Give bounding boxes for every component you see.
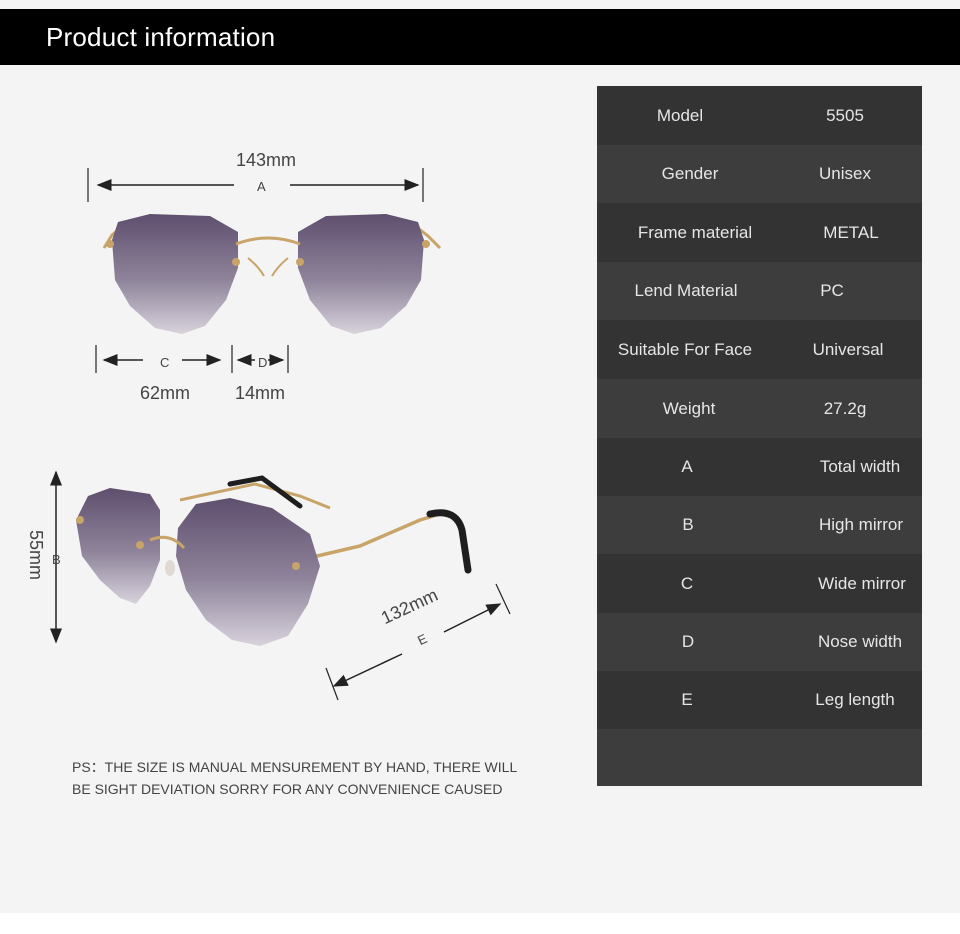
dimension-a-letter: A <box>257 179 266 194</box>
spec-label: Weight <box>662 398 716 418</box>
dimension-b-value: 55mm <box>26 530 46 581</box>
side-right-lens <box>176 498 320 646</box>
spec-value: High mirror <box>818 515 904 534</box>
bridge <box>235 236 301 246</box>
dimension-c-arrow <box>95 345 222 373</box>
spec-label: Gender <box>661 164 719 183</box>
dimension-b-letter: B <box>52 552 61 567</box>
spec-label: B <box>682 515 694 534</box>
spec-row-suitable-for-face: Suitable For Face Universal <box>597 320 922 379</box>
note-line-2: BE SIGHT DEVIATION SORRY FOR ANY CONVENI… <box>72 781 503 797</box>
dimension-a-arrow <box>87 168 424 202</box>
spec-row-gender: Gender Unisex <box>597 145 922 203</box>
spec-label: Suitable For Face <box>617 339 753 359</box>
spec-table: Model 5505 Gender Unisex Frame material … <box>597 86 922 786</box>
spec-row-model: Model 5505 <box>597 86 922 145</box>
side-left-lens <box>76 488 160 604</box>
side-view-glasses <box>76 475 472 646</box>
spec-value: 5505 <box>826 105 864 125</box>
note-line-1: PS：THE SIZE IS MANUAL MENSUREMENT BY HAN… <box>72 759 518 775</box>
right-lens <box>298 214 424 334</box>
dimension-d-value: 14mm <box>235 383 286 403</box>
spec-value: Unisex <box>819 164 871 183</box>
dimension-c-value: 62mm <box>140 383 191 403</box>
spec-row-e: E Leg length <box>597 671 922 729</box>
spec-row-d: D Nose width <box>597 613 922 671</box>
front-view-glasses <box>102 214 442 334</box>
spec-value: Wide mirror <box>818 573 906 593</box>
spec-row-a: A Total width <box>597 438 922 496</box>
spec-label: A <box>681 457 693 476</box>
measurement-note: PS：THE SIZE IS MANUAL MENSUREMENT BY HAN… <box>72 756 532 800</box>
spec-row-b: B High mirror <box>597 496 922 554</box>
spec-label: Frame material <box>637 222 753 242</box>
left-lens <box>112 214 238 334</box>
spec-label: Model <box>656 105 704 125</box>
dimension-d-letter: D <box>258 355 268 370</box>
spec-row-c: C Wide mirror <box>597 554 922 613</box>
spec-value: Total width <box>819 457 901 476</box>
spec-label: D <box>681 632 695 651</box>
spec-value: Universal <box>812 339 884 359</box>
dimension-c-letter: C <box>160 355 170 370</box>
spec-row-weight: Weight 27.2g <box>597 379 922 438</box>
spec-label: C <box>680 573 694 593</box>
dimension-a-value: 143mm <box>236 150 297 170</box>
spec-label: E <box>681 690 693 709</box>
spec-value: 27.2g <box>823 398 867 418</box>
spec-value: Nose width <box>817 632 903 651</box>
spec-value: METAL <box>823 222 879 242</box>
spec-label: Lend Material <box>634 281 738 300</box>
spec-row-lend-material: Lend Material PC <box>597 262 922 320</box>
spec-row-frame-material: Frame material METAL <box>597 203 922 262</box>
spec-row-empty <box>597 729 922 786</box>
spec-value: Leg length <box>815 690 895 709</box>
spec-value: PC <box>820 281 844 300</box>
